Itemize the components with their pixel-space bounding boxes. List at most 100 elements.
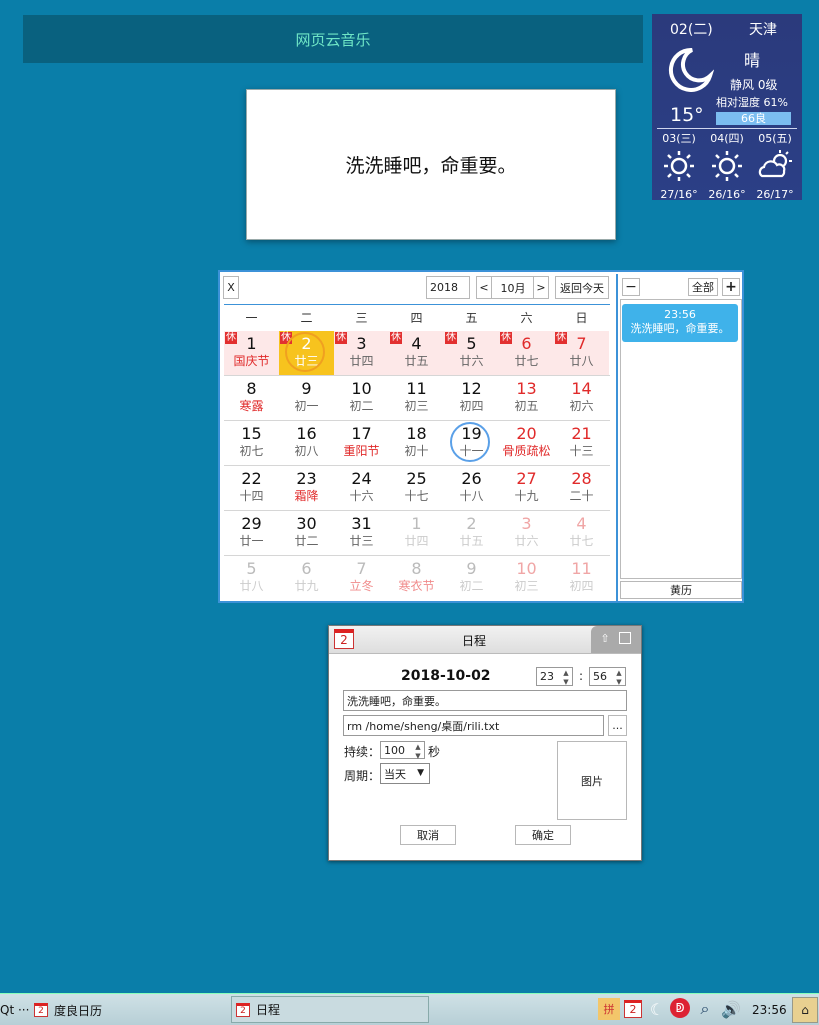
day-cell[interactable]: 23 霜降 bbox=[279, 466, 334, 511]
day-cell[interactable]: 13 初五 bbox=[499, 376, 554, 421]
day-cell[interactable]: 25 十七 bbox=[389, 466, 444, 511]
time-colon: : bbox=[579, 669, 584, 683]
day-cell[interactable]: 19 十一 bbox=[444, 421, 499, 466]
taskbar-app-label: 日程 bbox=[256, 1003, 281, 1017]
day-cell[interactable]: 24 十六 bbox=[334, 466, 389, 511]
dialog-titlebar[interactable]: 2 日程 ⇧ bbox=[329, 626, 641, 654]
close-button[interactable]: X bbox=[223, 276, 239, 299]
spin-arrows-icon[interactable]: ▲ ▼ bbox=[413, 743, 423, 760]
duration-spinbox[interactable]: 100 ▲ ▼ bbox=[380, 741, 425, 760]
day-number: 9 bbox=[301, 379, 312, 398]
reminder-popup[interactable]: 洗洗睡吧，命重要。 bbox=[246, 89, 616, 240]
day-cell[interactable]: 18 初十 bbox=[389, 421, 444, 466]
day-cell[interactable]: 1 廿四 bbox=[389, 511, 444, 556]
day-cell[interactable]: 5 廿八 bbox=[224, 556, 279, 601]
ok-button[interactable]: 确定 bbox=[515, 825, 571, 845]
volume-icon[interactable]: 🔊 bbox=[720, 998, 742, 1020]
spin-arrows-icon[interactable]: ▲ ▼ bbox=[561, 669, 571, 686]
lunar-label: 初二 bbox=[459, 579, 484, 593]
moon-tray-icon[interactable]: ☾ bbox=[646, 998, 668, 1020]
day-cell[interactable]: 27 十九 bbox=[499, 466, 554, 511]
cancel-button[interactable]: 取消 bbox=[400, 825, 456, 845]
prev-month-button[interactable]: < bbox=[476, 276, 492, 299]
day-cell[interactable]: 3 廿六 bbox=[499, 511, 554, 556]
day-cell[interactable]: 22 十四 bbox=[224, 466, 279, 511]
day-cell[interactable]: 26 十八 bbox=[444, 466, 499, 511]
period-select[interactable]: 当天 ▼ bbox=[380, 763, 430, 784]
command-input[interactable]: rm /home/sheng/桌面/rili.txt bbox=[343, 715, 604, 736]
window-controls: ⇧ bbox=[591, 626, 641, 653]
day-cell[interactable]: 20 骨质疏松 bbox=[499, 421, 554, 466]
reminder-text-input[interactable]: 洗洗睡吧，命重要。 bbox=[343, 690, 627, 711]
almanac-button[interactable]: 黄历 bbox=[620, 581, 742, 599]
day-cell[interactable]: 14 初六 bbox=[554, 376, 609, 421]
schedule-dialog[interactable]: 2 日程 ⇧ 2018-10-02 23 ▲ ▼ : 56 ▲ ▼ 洗洗睡吧，命重要… bbox=[328, 625, 642, 861]
weather-widget[interactable]: 02(二) 天津 晴 静风 0级 相对湿度 61% 15° 66良 03(三) … bbox=[652, 14, 802, 201]
day-cell[interactable]: 31 廿三 bbox=[334, 511, 389, 556]
day-cell[interactable]: 休 6 廿七 bbox=[499, 331, 554, 376]
all-events-button[interactable]: 全部 bbox=[688, 278, 718, 296]
browse-button[interactable]: ... bbox=[608, 715, 627, 736]
day-cell[interactable]: 7 立冬 bbox=[334, 556, 389, 601]
day-cell[interactable]: 17 重阳节 bbox=[334, 421, 389, 466]
remove-event-button[interactable]: − bbox=[622, 278, 640, 296]
input-method-icon[interactable]: 拼 bbox=[598, 998, 620, 1020]
music-bar[interactable]: 网页云音乐 bbox=[23, 15, 643, 63]
day-cell[interactable]: 9 初二 bbox=[444, 556, 499, 601]
weekday-label: 六 bbox=[520, 311, 533, 325]
pin-icon[interactable]: ⇧ bbox=[597, 631, 613, 647]
day-cell[interactable]: 12 初四 bbox=[444, 376, 499, 421]
day-cell[interactable]: 4 廿七 bbox=[554, 511, 609, 556]
day-cell[interactable]: 8 寒衣节 bbox=[389, 556, 444, 601]
day-cell[interactable]: 2 廿五 bbox=[444, 511, 499, 556]
spin-arrows-icon[interactable]: ▲ ▼ bbox=[614, 669, 624, 686]
hour-spinbox[interactable]: 23 ▲ ▼ bbox=[536, 667, 573, 686]
next-month-button[interactable]: > bbox=[533, 276, 549, 299]
day-cell[interactable]: 9 初一 bbox=[279, 376, 334, 421]
day-cell[interactable]: 休 3 廿四 bbox=[334, 331, 389, 376]
taskbar-clock[interactable]: 23:56 bbox=[752, 998, 787, 1022]
day-cell[interactable]: 15 初七 bbox=[224, 421, 279, 466]
day-cell[interactable]: 21 十三 bbox=[554, 421, 609, 466]
year-field[interactable]: 2018 bbox=[426, 276, 470, 299]
maximize-icon[interactable] bbox=[619, 632, 631, 644]
minute-spinbox[interactable]: 56 ▲ ▼ bbox=[589, 667, 626, 686]
day-cell[interactable]: 30 廿二 bbox=[279, 511, 334, 556]
show-desktop-icon[interactable]: ⌂ bbox=[792, 997, 818, 1023]
taskbar-app-schedule[interactable]: 2 日程 bbox=[231, 996, 429, 1023]
netease-music-icon[interactable]: ↁ bbox=[670, 998, 690, 1018]
day-cell[interactable]: 11 初三 bbox=[389, 376, 444, 421]
day-cell[interactable]: 6 廿九 bbox=[279, 556, 334, 601]
event-card[interactable]: 23:56 洗洗睡吧，命重要。 bbox=[622, 304, 738, 342]
lunar-label: 初七 bbox=[239, 444, 264, 458]
day-cell[interactable]: 8 寒露 bbox=[224, 376, 279, 421]
day-cell[interactable]: 10 初二 bbox=[334, 376, 389, 421]
day-cell[interactable]: 休 1 国庆节 bbox=[224, 331, 279, 376]
day-number: 7 bbox=[356, 559, 367, 578]
day-cell[interactable]: 28 二十 bbox=[554, 466, 609, 511]
calendar-icon: 2 bbox=[624, 1000, 642, 1018]
day-cell[interactable]: 休 7 廿八 bbox=[554, 331, 609, 376]
taskbar-overflow[interactable]: Qt ··· bbox=[0, 998, 29, 1022]
month-field[interactable]: 10月 bbox=[491, 276, 535, 299]
taskbar-app-calendar[interactable]: 2 度良日历 bbox=[34, 998, 102, 1022]
day-number: 21 bbox=[571, 424, 592, 443]
day-cell[interactable]: 29 廿一 bbox=[224, 511, 279, 556]
day-number: 20 bbox=[516, 424, 537, 443]
today-button[interactable]: 返回今天 bbox=[555, 276, 609, 299]
add-event-button[interactable]: + bbox=[722, 278, 740, 296]
day-cell[interactable]: 16 初八 bbox=[279, 421, 334, 466]
search-icon[interactable]: ⌕ bbox=[694, 998, 716, 1020]
calendar-tray-icon[interactable]: 2 bbox=[622, 998, 644, 1020]
weather-condition: 晴 bbox=[744, 51, 761, 70]
day-cell[interactable]: 休 4 廿五 bbox=[389, 331, 444, 376]
lunar-label: 廿六 bbox=[459, 354, 484, 368]
day-cell[interactable]: 10 初三 bbox=[499, 556, 554, 601]
weekday-label: 二 bbox=[300, 311, 313, 325]
calendar-widget[interactable]: X 2018 < 10月 > 返回今天 一 二 三 四 五 六 日 休 1 国庆节休… bbox=[218, 270, 744, 603]
day-cell[interactable]: 11 初四 bbox=[554, 556, 609, 601]
day-number: 27 bbox=[516, 469, 537, 488]
day-cell[interactable]: 休 2 廿三 bbox=[279, 331, 334, 376]
day-cell[interactable]: 休 5 廿六 bbox=[444, 331, 499, 376]
image-button[interactable]: 图片 bbox=[557, 741, 627, 820]
